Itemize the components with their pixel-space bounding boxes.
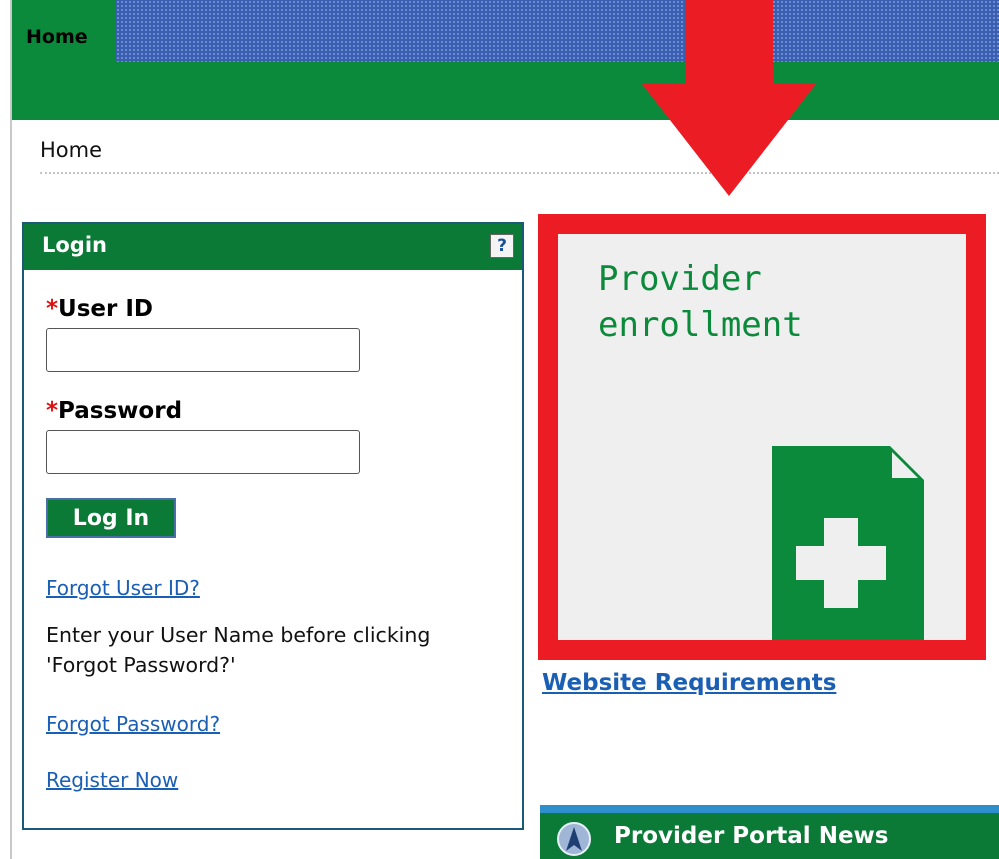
login-panel: Login ? *User ID *Password Log In Forgot… xyxy=(22,222,524,830)
password-label: *Password xyxy=(46,398,183,424)
top-navigation-bar: Home xyxy=(12,0,999,120)
document-plus-icon xyxy=(772,446,924,640)
help-icon[interactable]: ? xyxy=(490,234,514,258)
provider-portal-news-header[interactable]: Provider Portal News xyxy=(540,805,999,859)
provider-enrollment-tile[interactable]: Provider enrollment xyxy=(558,234,966,640)
required-marker: * xyxy=(46,398,59,424)
login-title: Login xyxy=(42,233,107,257)
register-now-link[interactable]: Register Now xyxy=(46,768,178,792)
top-nav-strip xyxy=(12,0,999,62)
forgot-password-hint: Enter your User Name before clicking 'Fo… xyxy=(46,623,431,677)
website-requirements-link[interactable]: Website Requirements xyxy=(542,670,836,696)
user-id-input[interactable] xyxy=(46,328,360,372)
news-title: Provider Portal News xyxy=(614,823,889,849)
nav-tab-home[interactable]: Home xyxy=(12,0,116,62)
breadcrumb-divider xyxy=(40,172,999,174)
news-globe-icon xyxy=(557,822,591,856)
breadcrumb: Home xyxy=(40,138,103,162)
forgot-password-link[interactable]: Forgot Password? xyxy=(46,712,220,736)
news-bar-accent xyxy=(540,805,999,813)
red-arrow-annotation xyxy=(642,0,816,196)
page-border xyxy=(10,0,12,859)
user-id-label: *User ID xyxy=(46,296,153,322)
forgot-user-id-link[interactable]: Forgot User ID? xyxy=(46,576,200,600)
required-marker: * xyxy=(46,296,59,322)
login-panel-header: Login ? xyxy=(24,224,522,270)
password-input[interactable] xyxy=(46,430,360,474)
log-in-button[interactable]: Log In xyxy=(46,498,176,538)
provider-enrollment-title: Provider enrollment xyxy=(598,259,803,345)
